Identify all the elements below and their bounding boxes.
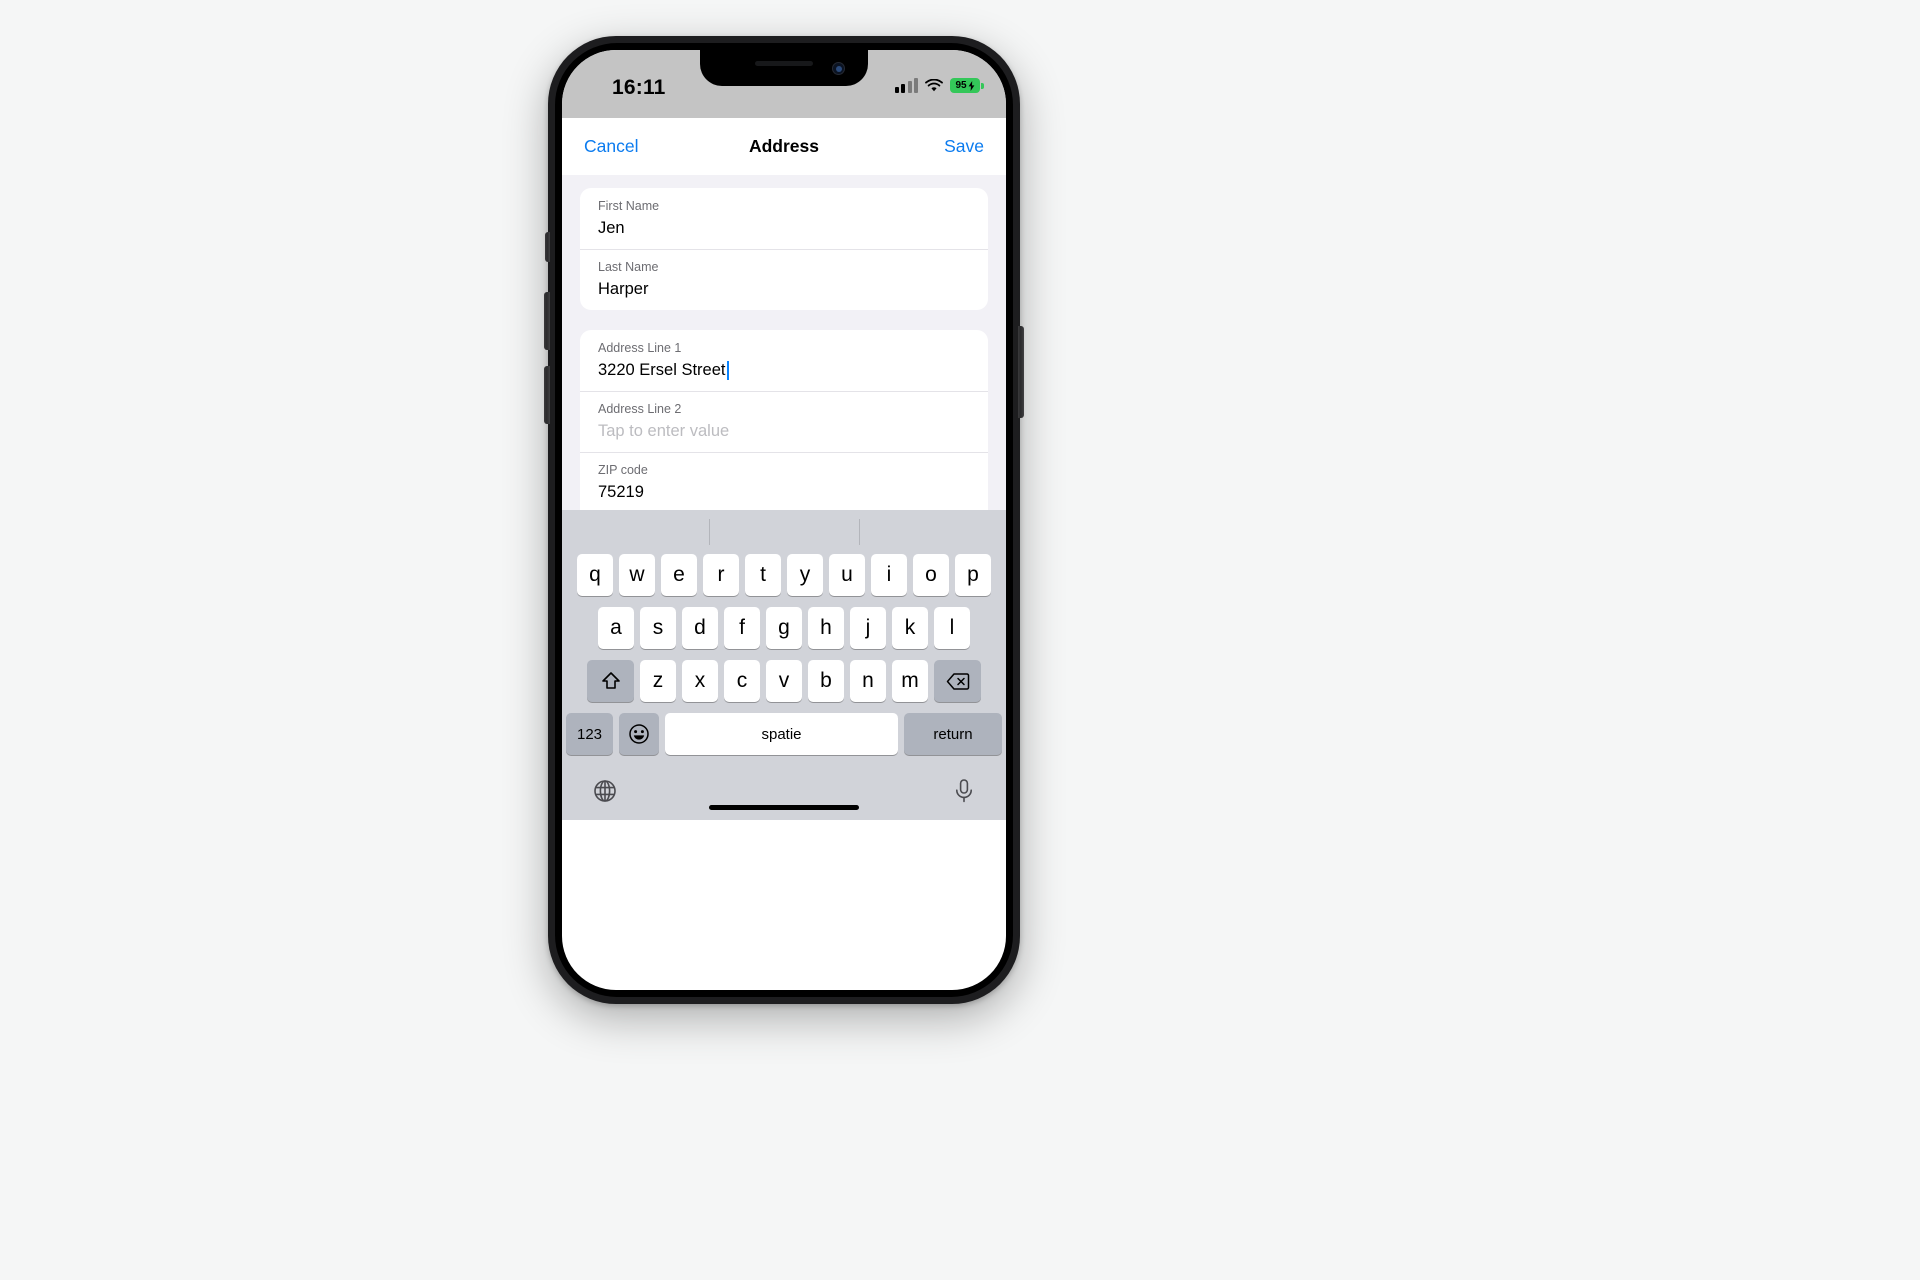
save-button[interactable]: Save [944, 136, 984, 157]
field-placeholder: Tap to enter value [598, 421, 730, 440]
microphone-icon [956, 778, 972, 802]
battery-percent-label: 95 [955, 79, 967, 91]
dictation-key[interactable] [952, 778, 976, 809]
key-i[interactable]: i [871, 554, 907, 596]
key-u[interactable]: u [829, 554, 865, 596]
field-label: Last Name [598, 260, 659, 275]
key-o[interactable]: o [913, 554, 949, 596]
backspace-icon [946, 672, 969, 690]
key-y[interactable]: y [787, 554, 823, 596]
field-label: First Name [598, 199, 660, 213]
status-indicators: 95 [894, 78, 984, 93]
keyboard-row-4: 123 spatie return [562, 713, 1006, 755]
key-n[interactable]: n [850, 660, 886, 702]
key-p[interactable]: p [955, 554, 991, 596]
return-key[interactable]: return [904, 713, 1002, 755]
space-key[interactable]: spatie [665, 713, 898, 755]
key-q[interactable]: q [577, 554, 613, 596]
key-b[interactable]: b [808, 660, 844, 702]
globe-icon [594, 779, 616, 802]
key-m[interactable]: m [892, 660, 928, 702]
keyboard-container: q w e r t y u i o p a s d f g h j k l z … [562, 510, 1006, 820]
key-f[interactable]: f [724, 607, 760, 649]
volume-up-button[interactable] [544, 292, 550, 350]
notch [700, 50, 868, 86]
key-a[interactable]: a [598, 607, 634, 649]
address-card: Address Line 1 3220 Ersel Street Address… [580, 330, 988, 510]
keyboard-row-1: q w e r t y u i o p [562, 554, 1006, 596]
volume-down-button[interactable] [544, 366, 550, 424]
home-indicator[interactable] [709, 805, 859, 810]
predictive-divider [859, 519, 861, 545]
field-label: ZIP code [598, 463, 648, 478]
address-form: First Name Jen Last Name Harper Address … [562, 175, 1006, 510]
status-bar: 16:11 95 [562, 50, 1006, 118]
field-value: Harper [598, 279, 649, 298]
navigation-bar: Cancel Address Save [562, 118, 1006, 175]
iphone-device-frame: 16:11 95 Cancel Address Save First Name … [544, 36, 1024, 1004]
emoji-key[interactable] [619, 713, 659, 755]
key-x[interactable]: x [682, 660, 718, 702]
name-card: First Name Jen Last Name Harper [580, 188, 988, 311]
key-s[interactable]: s [640, 607, 676, 649]
cancel-button[interactable]: Cancel [584, 136, 638, 157]
shift-key[interactable] [587, 660, 634, 702]
key-w[interactable]: w [619, 554, 655, 596]
emoji-smiley-icon [629, 724, 649, 744]
keyboard-row-3: z x c v b n m [562, 660, 1006, 702]
wifi-icon [925, 78, 943, 91]
field-zip-code[interactable]: ZIP code 75219 [580, 452, 988, 510]
keyboard-row-2: a s d f g h j k l [562, 607, 1006, 649]
status-time: 16:11 [612, 76, 666, 99]
power-button[interactable] [1018, 326, 1024, 418]
field-address-line-2[interactable]: Address Line 2 Tap to enter value [580, 391, 988, 452]
software-keyboard: q w e r t y u i o p a s d f g h j k l z … [562, 510, 1006, 820]
field-value: Jen [598, 218, 625, 237]
field-address-line-1[interactable]: Address Line 1 3220 Ersel Street [580, 330, 988, 391]
key-t[interactable]: t [745, 554, 781, 596]
field-value: 3220 Ersel Street [598, 360, 726, 379]
key-g[interactable]: g [766, 607, 802, 649]
earpiece-speaker [755, 61, 813, 66]
field-value: 75219 [598, 482, 644, 501]
battery-icon: 95 [950, 78, 984, 93]
screenshot-canvas: 16:11 95 Cancel Address Save First Name … [0, 0, 1920, 1280]
front-camera-icon [832, 62, 845, 75]
field-value-row: 3220 Ersel Street [598, 360, 970, 381]
key-j[interactable]: j [850, 607, 886, 649]
numbers-key[interactable]: 123 [566, 713, 613, 755]
field-label: Address Line 1 [598, 341, 682, 356]
key-d[interactable]: d [682, 607, 718, 649]
text-cursor [726, 360, 729, 380]
key-r[interactable]: r [703, 554, 739, 596]
key-h[interactable]: h [808, 607, 844, 649]
silent-switch-button[interactable] [545, 232, 550, 262]
backspace-key[interactable] [934, 660, 981, 702]
predictive-text-bar[interactable] [562, 510, 1006, 554]
key-c[interactable]: c [724, 660, 760, 702]
predictive-divider [708, 519, 710, 545]
globe-key[interactable] [592, 778, 618, 809]
phone-screen: 16:11 95 Cancel Address Save First Name … [562, 50, 1006, 990]
charging-bolt-icon [968, 80, 974, 91]
key-v[interactable]: v [766, 660, 802, 702]
key-e[interactable]: e [661, 554, 697, 596]
field-label: Address Line 2 [598, 402, 682, 417]
key-k[interactable]: k [892, 607, 928, 649]
field-first-name[interactable]: First Name Jen [580, 188, 988, 249]
key-l[interactable]: l [934, 607, 970, 649]
cellular-signal-icon [894, 78, 918, 93]
field-last-name[interactable]: Last Name Harper [580, 249, 988, 310]
key-z[interactable]: z [640, 660, 676, 702]
shift-arrow-icon [601, 672, 620, 689]
